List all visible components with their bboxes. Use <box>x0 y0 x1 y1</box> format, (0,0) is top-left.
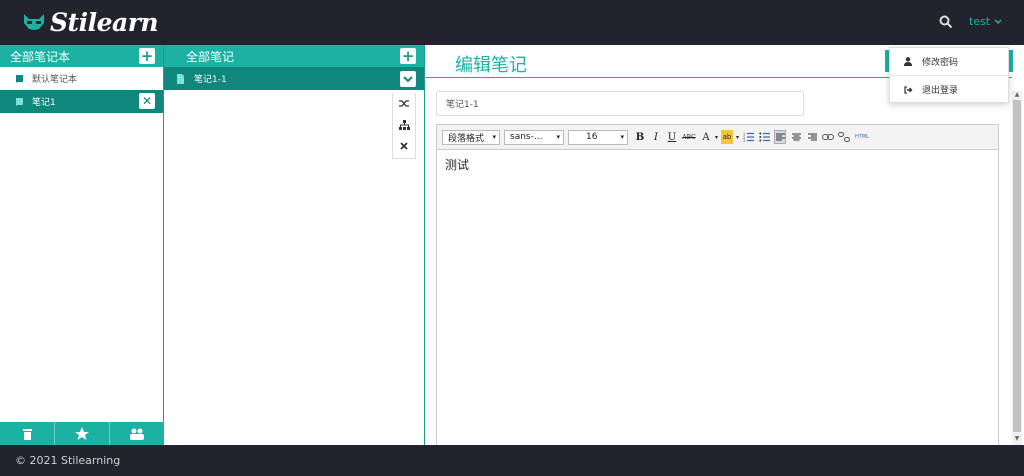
insert-link-button[interactable] <box>822 130 834 144</box>
search-icon[interactable] <box>939 15 953 29</box>
editor-panel: 编辑笔记 笔记1-1 段落格式 ▾ sans-... ▾ 16 ▾ B I U ABC… <box>425 45 1024 445</box>
app-logo[interactable]: Stilearn <box>22 7 159 37</box>
bold-button[interactable]: B <box>634 130 646 144</box>
user-name: test <box>969 15 991 28</box>
highlight-dropdown-icon[interactable]: ▾ <box>735 130 740 144</box>
ordered-list-button[interactable]: 123 <box>742 130 754 144</box>
unordered-list-icon <box>758 132 770 142</box>
delete-note-button[interactable] <box>393 135 415 156</box>
highlight-button[interactable]: ab <box>721 130 733 144</box>
logo-text: Stilearn <box>50 7 159 37</box>
html-source-button[interactable]: HTML <box>854 130 870 144</box>
user-dropdown-menu: 修改密码 退出登录 <box>889 47 1009 103</box>
editor-content[interactable]: 测试 <box>437 150 998 179</box>
page-title: 编辑笔记 <box>455 55 527 76</box>
svg-text:3: 3 <box>743 139 745 142</box>
editor-toolbar: 段落格式 ▾ sans-... ▾ 16 ▾ B I U ABC A ▾ ab ▾ 1… <box>437 125 998 150</box>
raccoon-logo-icon <box>24 14 44 30</box>
font-family-select[interactable]: sans-... ▾ <box>504 129 564 145</box>
note-label: 笔记1-1 <box>194 75 227 85</box>
logout-item[interactable]: 退出登录 <box>890 76 1008 103</box>
book-icon <box>16 97 23 106</box>
scroll-down-arrow[interactable]: ▼ <box>1013 435 1021 443</box>
top-navbar: Stilearn test <box>0 0 1024 45</box>
italic-button[interactable]: I <box>650 130 662 144</box>
notes-header-label: 全部笔记 <box>186 49 235 64</box>
copy-note-button[interactable] <box>393 114 415 135</box>
align-center-button[interactable] <box>790 130 802 144</box>
notebook-item-active[interactable]: 笔记1 ✕ <box>0 90 163 113</box>
font-size-select[interactable]: 16 ▾ <box>568 129 628 145</box>
note-actions-menu <box>392 93 416 159</box>
note-item-active[interactable]: 笔记1-1 <box>164 67 424 90</box>
font-color-button[interactable]: A <box>700 130 712 144</box>
logout-label: 退出登录 <box>922 86 959 96</box>
note-options-button[interactable] <box>400 71 416 87</box>
users-icon <box>130 428 144 440</box>
notebook-item-default[interactable]: 默认笔记本 <box>0 67 163 90</box>
close-icon <box>400 141 408 150</box>
note-title-input[interactable]: 笔记1-1 <box>436 91 804 116</box>
notes-header: 全部笔记 + <box>164 45 424 67</box>
align-right-button[interactable] <box>806 130 818 144</box>
chevron-down-icon <box>403 75 413 82</box>
change-password-item[interactable]: 修改密码 <box>890 48 1008 75</box>
font-color-dropdown-icon[interactable]: ▾ <box>714 130 719 144</box>
trash-icon <box>22 428 32 440</box>
page-footer: © 2021 Stilearning <box>0 445 1024 476</box>
unordered-list-button[interactable] <box>758 130 770 144</box>
favorites-button[interactable] <box>55 422 110 445</box>
chevron-down-icon <box>994 18 1002 24</box>
delete-notebook-button[interactable]: ✕ <box>139 93 155 109</box>
paragraph-format-select[interactable]: 段落格式 ▾ <box>442 129 500 145</box>
align-right-icon <box>807 133 817 141</box>
file-icon <box>177 73 184 84</box>
align-left-icon <box>775 133 785 141</box>
notebooks-header: 全部笔记本 + <box>0 45 163 67</box>
unlink-icon <box>838 132 850 142</box>
align-center-icon <box>791 133 801 141</box>
scroll-up-arrow[interactable]: ▲ <box>1013 91 1021 99</box>
notebooks-footer <box>0 422 164 445</box>
align-left-button[interactable] <box>774 130 786 144</box>
link-icon <box>822 134 834 140</box>
notebooks-panel: 全部笔记本 + 默认笔记本 笔记1 ✕ <box>0 45 164 445</box>
move-note-button[interactable] <box>393 93 415 114</box>
shared-button[interactable] <box>110 422 164 445</box>
change-password-label: 修改密码 <box>922 58 959 68</box>
user-icon <box>904 57 914 66</box>
editor-scrollbar[interactable]: ▲ ▼ <box>1012 91 1022 445</box>
add-note-button[interactable]: + <box>400 48 416 64</box>
logout-icon <box>904 85 914 94</box>
underline-button[interactable]: U <box>666 130 678 144</box>
shuffle-icon <box>398 100 409 107</box>
notes-panel: 全部笔记 + 笔记1-1 <box>164 45 425 445</box>
sitemap-icon <box>398 119 410 130</box>
copyright-text: © 2021 Stilearning <box>15 454 121 467</box>
notebook-label: 笔记1 <box>32 98 56 108</box>
star-icon <box>75 427 89 440</box>
strikethrough-button[interactable]: ABC <box>682 130 696 144</box>
notebooks-header-label: 全部笔记本 <box>10 49 71 64</box>
add-notebook-button[interactable]: + <box>139 48 155 64</box>
ordered-list-icon: 123 <box>743 133 754 142</box>
book-icon <box>16 74 23 83</box>
trash-button[interactable] <box>0 422 55 445</box>
rich-text-editor: 段落格式 ▾ sans-... ▾ 16 ▾ B I U ABC A ▾ ab ▾ 1… <box>436 124 999 445</box>
scroll-thumb[interactable] <box>1013 100 1021 432</box>
remove-link-button[interactable] <box>838 130 850 144</box>
user-menu-toggle[interactable]: test <box>969 15 1002 28</box>
notebook-label: 默认笔记本 <box>32 75 78 85</box>
